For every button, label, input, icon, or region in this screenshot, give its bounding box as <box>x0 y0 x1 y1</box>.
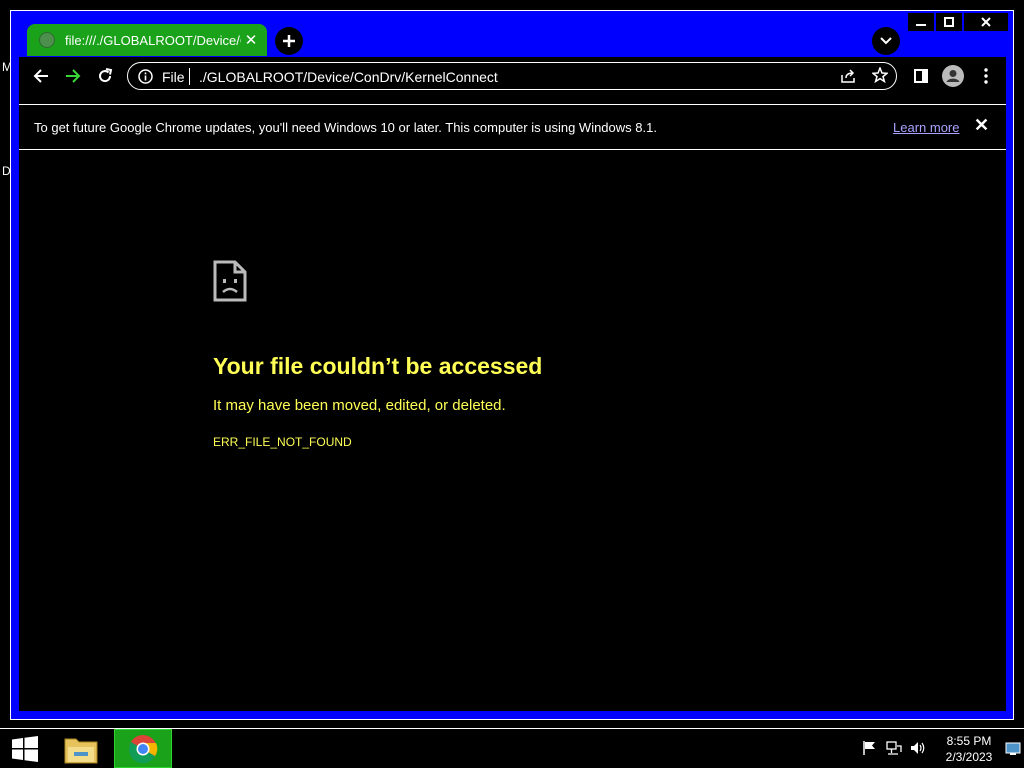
infobar-close-icon[interactable]: ✕ <box>974 115 989 136</box>
clock-time: 8:55 PM <box>946 734 992 748</box>
tab-file[interactable]: file:///./GLOBALROOT/Device/ConDrv/Kerne… <box>27 24 267 56</box>
profile-button[interactable] <box>941 64 965 88</box>
globe-icon <box>39 32 55 48</box>
info-icon[interactable] <box>138 69 153 84</box>
chrome-icon <box>128 734 158 763</box>
clock-date: 2/3/2023 <box>945 750 993 764</box>
more-vertical-icon <box>984 68 988 84</box>
error-title: Your file couldn’t be accessed <box>213 353 543 379</box>
chrome-window: file:///./GLOBALROOT/Device/ConDrv/Kerne… <box>10 10 1014 720</box>
avatar-icon <box>942 65 964 87</box>
close-icon <box>981 17 991 27</box>
toolbar: File ./GLOBALROOT/Device/ConDrv/KernelCo… <box>19 57 1006 95</box>
menu-button[interactable] <box>974 64 998 88</box>
folder-icon <box>64 738 98 763</box>
chevron-down-icon <box>880 37 892 45</box>
taskbar: 8:55 PM 2/3/2023 <box>0 728 1024 768</box>
tab-search-button[interactable] <box>872 27 900 55</box>
maximize-icon <box>944 17 954 27</box>
reload-button[interactable] <box>93 64 117 88</box>
infobar-divider <box>19 149 1006 150</box>
scheme-label: File <box>162 69 185 85</box>
show-desktop-icon[interactable] <box>1004 741 1022 757</box>
action-center-flag-icon[interactable] <box>861 740 879 756</box>
close-window-button[interactable] <box>964 13 1008 31</box>
share-icon[interactable] <box>840 68 856 84</box>
arrow-right-icon <box>66 69 81 83</box>
infobar-message: To get future Google Chrome updates, you… <box>34 120 657 135</box>
minimize-button[interactable] <box>908 13 934 31</box>
forward-button[interactable] <box>61 64 85 88</box>
volume-icon[interactable] <box>909 740 927 756</box>
sad-file-icon <box>213 260 247 302</box>
browser-content: File ./GLOBALROOT/Device/ConDrv/KernelCo… <box>19 57 1006 711</box>
windows-logo-icon <box>12 735 38 762</box>
plus-icon <box>283 35 295 47</box>
side-panel-icon <box>914 69 928 83</box>
file-explorer-taskbar-button[interactable] <box>52 729 110 768</box>
update-infobar: To get future Google Chrome updates, you… <box>19 105 1006 149</box>
tab-close-icon[interactable]: ✕ <box>241 31 261 49</box>
network-icon[interactable] <box>885 740 903 756</box>
address-bar[interactable]: File ./GLOBALROOT/Device/ConDrv/KernelCo… <box>127 62 897 90</box>
side-panel-button[interactable] <box>909 64 933 88</box>
start-button[interactable] <box>0 729 50 768</box>
learn-more-link[interactable]: Learn more <box>893 120 959 135</box>
tab-title: file:///./GLOBALROOT/Device/ConDrv/Kerne… <box>65 32 241 48</box>
minimize-icon <box>916 24 926 26</box>
error-subtitle: It may have been moved, edited, or delet… <box>213 397 506 414</box>
star-icon[interactable] <box>872 67 888 83</box>
arrow-left-icon <box>33 69 48 83</box>
maximize-button[interactable] <box>936 13 962 31</box>
url-text[interactable]: ./GLOBALROOT/Device/ConDrv/KernelConnect <box>199 69 498 85</box>
address-separator <box>189 68 190 85</box>
error-code: ERR_FILE_NOT_FOUND <box>213 435 352 449</box>
taskbar-clock[interactable]: 8:55 PM 2/3/2023 <box>934 733 1004 765</box>
reload-icon <box>99 68 113 83</box>
chrome-taskbar-button[interactable] <box>114 729 172 768</box>
back-button[interactable] <box>29 64 53 88</box>
new-tab-button[interactable] <box>275 27 303 55</box>
